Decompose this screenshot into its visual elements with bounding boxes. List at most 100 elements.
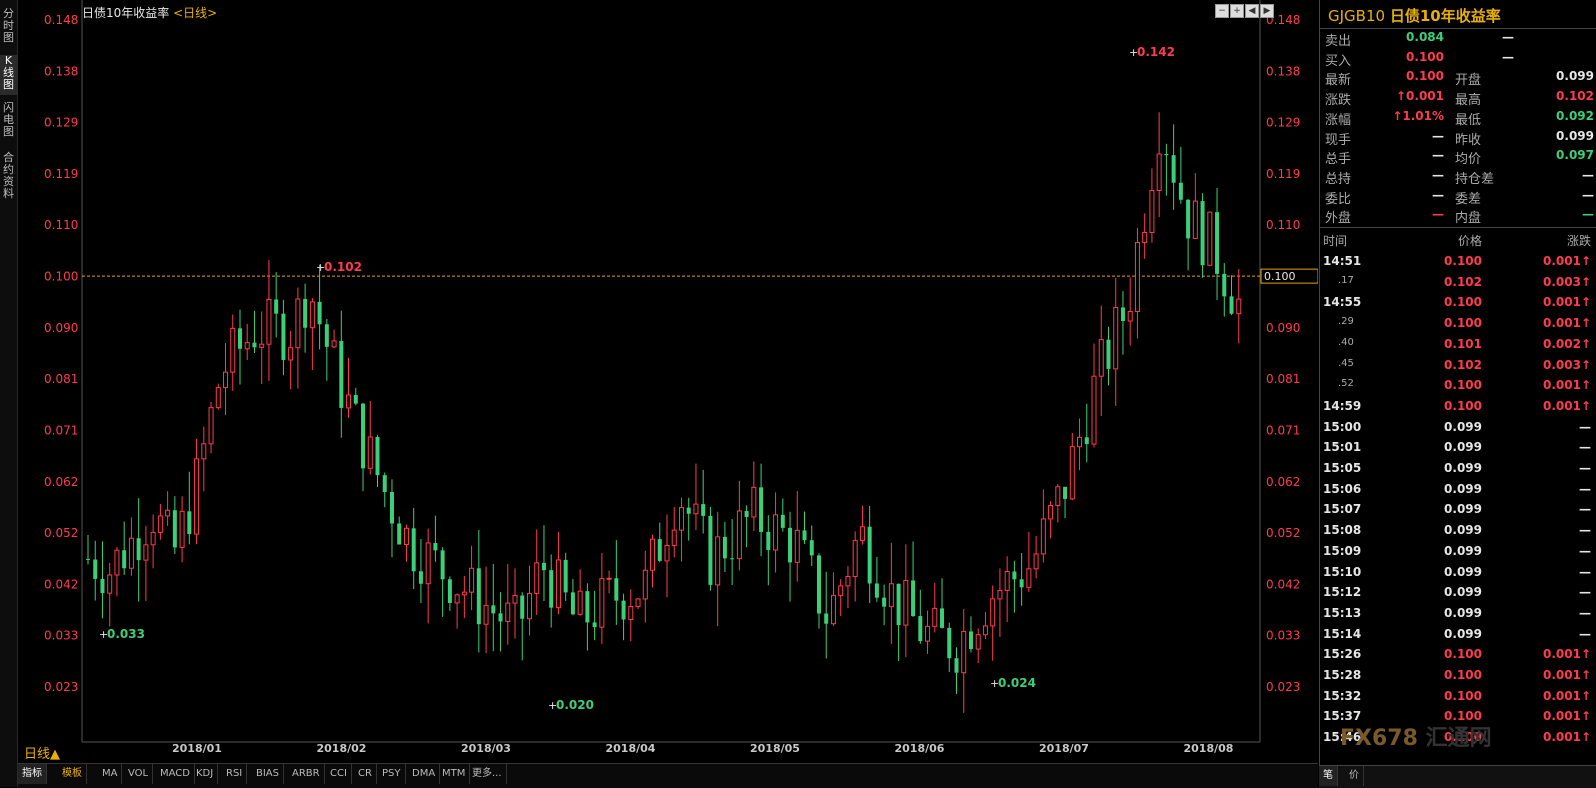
tick-row[interactable]: 14:51 0.100 0.001↑ (1320, 251, 1596, 271)
x-tick-label: 2018/04 (606, 742, 656, 755)
scroll-right-icon[interactable]: ▶ (1260, 4, 1274, 18)
tick-price: 0.101 (1444, 336, 1482, 351)
tick-row[interactable]: 15:28 0.100 0.001↑ (1320, 665, 1596, 685)
indicator-tab-9[interactable]: CCI (326, 764, 352, 784)
tick-price: 0.102 (1444, 357, 1482, 372)
candle-body (1236, 298, 1242, 315)
indicator-tab-0[interactable]: 指标 (18, 764, 47, 784)
indicator-tab-6[interactable]: RSI (222, 764, 248, 784)
tab-price[interactable]: 价 (1345, 766, 1364, 786)
candle-body (911, 580, 916, 617)
tick-row[interactable]: 15:00 0.099 — (1320, 417, 1596, 437)
y-tick-label-right: 0.062 (1266, 475, 1300, 489)
y-tick-label-left: 0.090 (44, 321, 78, 335)
candle-body (418, 571, 423, 584)
tick-row[interactable]: 15:32 0.100 0.001↑ (1320, 686, 1596, 706)
candle-body (1069, 446, 1075, 500)
indicator-tab-12[interactable]: DMA (408, 764, 441, 784)
candle-body (838, 585, 844, 596)
tick-row[interactable]: 15:01 0.099 — (1320, 437, 1596, 457)
indicator-tab-1[interactable]: 模板 (58, 764, 87, 784)
candle-body (809, 540, 814, 556)
quote-value: 0.102 (1556, 89, 1594, 104)
tick-row[interactable]: 15:10 0.099 — (1320, 562, 1596, 582)
tick-row[interactable]: 15:26 0.100 0.001↑ (1320, 644, 1596, 664)
quote-label: 总持 (1325, 171, 1352, 187)
tick-row[interactable]: 14:59 0.100 0.001↑ (1320, 396, 1596, 416)
candle-body (824, 613, 829, 624)
tick-row[interactable]: .17 0.102 0.003↑ (1320, 272, 1596, 292)
candle-body (1127, 310, 1133, 322)
tick-row[interactable]: 15:09 0.099 — (1320, 541, 1596, 561)
candle-body (555, 559, 561, 609)
candle-body (982, 625, 988, 636)
tick-row[interactable]: .45 0.102 0.003↑ (1320, 355, 1596, 375)
indicator-tab-11[interactable]: PSY (378, 764, 406, 784)
tab-ticks[interactable]: 笔 (1319, 766, 1338, 786)
indicator-tab-14[interactable]: 更多... (468, 764, 507, 784)
indicator-tab-4[interactable]: MACD (156, 764, 195, 784)
tick-time: 15:10 (1323, 564, 1362, 579)
candle-body (100, 578, 105, 594)
candle-body (403, 527, 409, 546)
indicator-tab-8[interactable]: ARBR (288, 764, 325, 784)
tick-row[interactable]: 14:55 0.100 0.001↑ (1320, 292, 1596, 312)
tick-time: 15:00 (1323, 419, 1362, 434)
indicator-tab-10[interactable]: CR (354, 764, 377, 784)
x-tick-label: 2018/02 (317, 742, 367, 755)
indicator-tab-3[interactable]: VOL (124, 764, 154, 784)
zoom-in-icon[interactable]: + (1230, 4, 1244, 18)
tick-price: 0.099 (1444, 461, 1482, 475)
panel-tab-bar: 笔 价 (1319, 765, 1596, 788)
period-selector[interactable]: 日线▲ (24, 743, 60, 762)
y-tick-label-right: 0.090 (1266, 321, 1300, 335)
tick-row[interactable]: 15:05 0.099 — (1320, 458, 1596, 478)
candle-body (128, 537, 134, 569)
candle-body (252, 342, 257, 348)
tick-row[interactable]: 15:08 0.099 — (1320, 520, 1596, 540)
tick-row[interactable]: 15:14 0.099 — (1320, 624, 1596, 644)
candle-body (606, 577, 612, 580)
candle-body (830, 594, 836, 625)
annotation-label: 0.033 (107, 627, 145, 641)
candle-body (845, 576, 851, 587)
scroll-left-icon[interactable]: ◀ (1245, 4, 1259, 18)
kline-chart[interactable]: 0.148 0.1480.138 0.1380.129 0.1290.119 0.119… (0, 0, 1318, 762)
candle-body (766, 531, 771, 551)
indicator-tab-7[interactable]: BIAS (252, 764, 284, 784)
tick-row[interactable]: 15:07 0.099 — (1320, 499, 1596, 519)
candle-body (512, 595, 518, 604)
candle-body (461, 591, 467, 596)
candle-body (1186, 199, 1191, 239)
candle-body (657, 539, 662, 561)
tick-row[interactable]: .29 0.100 0.001↑ (1320, 313, 1596, 333)
candle-body (903, 579, 909, 626)
watermark-logo: FX678 汇通网 (1340, 726, 1492, 751)
x-tick-label: 2018/06 (895, 742, 945, 755)
candle-body (570, 592, 575, 615)
zoom-out-icon[interactable]: − (1215, 4, 1229, 18)
candle-body (179, 510, 185, 548)
tick-time: .29 (1338, 316, 1354, 328)
tick-price: 0.100 (1444, 316, 1482, 331)
candle-body (874, 583, 879, 598)
tick-row[interactable]: 15:12 0.099 — (1320, 582, 1596, 602)
tick-row[interactable]: 15:06 0.099 — (1320, 479, 1596, 499)
candle-body (614, 578, 619, 601)
indicator-tab-2[interactable]: MA (98, 764, 123, 784)
tick-change: 0.001↑ (1542, 709, 1591, 724)
candle-body (1142, 231, 1148, 244)
candle-body (896, 583, 901, 626)
tick-row[interactable]: .52 0.100 0.001↑ (1320, 375, 1596, 395)
indicator-tab-13[interactable]: MTM (438, 764, 471, 784)
tick-change: — (1579, 626, 1591, 641)
candle-body (882, 597, 887, 607)
ticks-header-change: 涨跌 (1566, 234, 1591, 248)
candle-body (440, 550, 445, 580)
candle-body (375, 436, 380, 476)
candle-body (1156, 153, 1162, 192)
y-tick-label-left: 0.062 (44, 475, 78, 489)
indicator-tab-5[interactable]: KDJ (192, 764, 219, 784)
tick-row[interactable]: 15:13 0.099 — (1320, 603, 1596, 623)
tick-row[interactable]: .40 0.101 0.002↑ (1320, 334, 1596, 354)
